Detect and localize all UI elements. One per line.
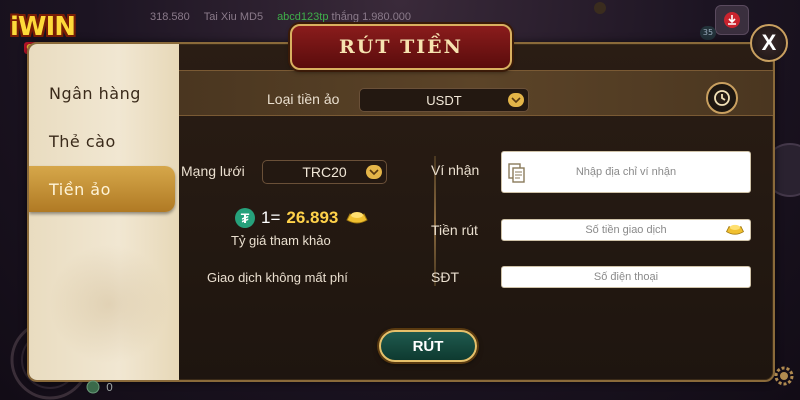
withdraw-submit-button[interactable]: RÚT — [379, 330, 477, 362]
currency-value: USDT — [426, 92, 462, 108]
dialog-title-text: RÚT TIỀN — [339, 36, 463, 58]
exchange-rate: ₮ 1= 26.893 — [235, 208, 370, 228]
amount-field[interactable]: Số tiền giao dịch — [501, 219, 751, 241]
chevron-down-icon — [366, 165, 382, 179]
chevron-down-icon — [508, 93, 524, 107]
currency-select[interactable]: USDT — [359, 88, 529, 112]
wallet-placeholder: Nhập địa chỉ ví nhận — [575, 166, 677, 178]
download-button[interactable] — [715, 5, 749, 35]
close-button[interactable]: X — [750, 24, 788, 62]
ticker-amount-prev: 318.580 — [150, 11, 190, 23]
withdraw-method-sidebar: Ngân hàng Thẻ cào Tiền ảo — [29, 44, 179, 380]
paste-icon[interactable] — [508, 162, 526, 184]
tether-icon: ₮ — [235, 208, 255, 228]
phone-field[interactable]: Số điện thoại — [501, 266, 751, 288]
notification-badge: 35 — [700, 26, 716, 40]
wallet-address-field[interactable]: Nhập địa chỉ ví nhận — [501, 151, 751, 193]
rate-prefix: 1= — [261, 208, 281, 227]
gear-icon[interactable] — [772, 364, 796, 388]
sidebar-item-crypto[interactable]: Tiền ảo — [29, 166, 175, 212]
network-label: Mạng lưới — [181, 163, 245, 179]
network-select[interactable]: TRC20 — [262, 160, 387, 184]
submit-label: RÚT — [412, 337, 444, 355]
wallet-label: Ví nhận — [431, 162, 480, 178]
currency-label: Loại tiền ảo — [267, 91, 340, 107]
amount-label: Tiền rút — [431, 222, 478, 238]
logo-text: iWIN — [10, 12, 76, 42]
gold-ingot-icon — [346, 212, 369, 224]
fee-note: Giao dịch không mất phí — [207, 270, 348, 285]
history-button[interactable] — [706, 82, 738, 114]
phone-placeholder: Số điện thoại — [593, 271, 659, 283]
balance-value: 0 — [106, 380, 113, 394]
ticker-game: Tai Xiu MD5 — [203, 11, 264, 23]
ticker-label: thắng — [331, 11, 360, 23]
download-icon — [724, 12, 740, 28]
ticker-user: abcd123tp — [277, 11, 329, 23]
footer-balance: 0 — [86, 380, 113, 394]
rate-note: Tỷ giá tham khảo — [231, 233, 331, 248]
sidebar-item-label: Tiền ảo — [49, 179, 111, 199]
dialog-title: RÚT TIỀN — [290, 24, 512, 70]
sidebar-item-card[interactable]: Thẻ cào — [29, 118, 179, 164]
history-icon — [714, 90, 730, 106]
coin-icon — [86, 380, 100, 394]
network-value: TRC20 — [302, 164, 347, 180]
ticker-amount: 1.980.000 — [362, 11, 412, 23]
sidebar-item-label: Ngân hàng — [49, 83, 141, 103]
gold-ingot-icon — [725, 224, 745, 235]
amount-placeholder: Số tiền giao dịch — [585, 224, 667, 236]
rate-value: 26.893 — [286, 208, 339, 227]
sidebar-item-label: Thẻ cào — [49, 131, 116, 151]
sidebar-item-bank[interactable]: Ngân hàng — [29, 70, 179, 116]
close-icon: X — [761, 30, 777, 55]
crypto-withdraw-content: Loại tiền ảo USDT Mạng lưới TRC20 ₮ 1= 2… — [179, 44, 773, 380]
withdraw-dialog: Ngân hàng Thẻ cào Tiền ảo Loại tiền ảo U… — [27, 42, 775, 382]
phone-label: SĐT — [431, 269, 459, 285]
